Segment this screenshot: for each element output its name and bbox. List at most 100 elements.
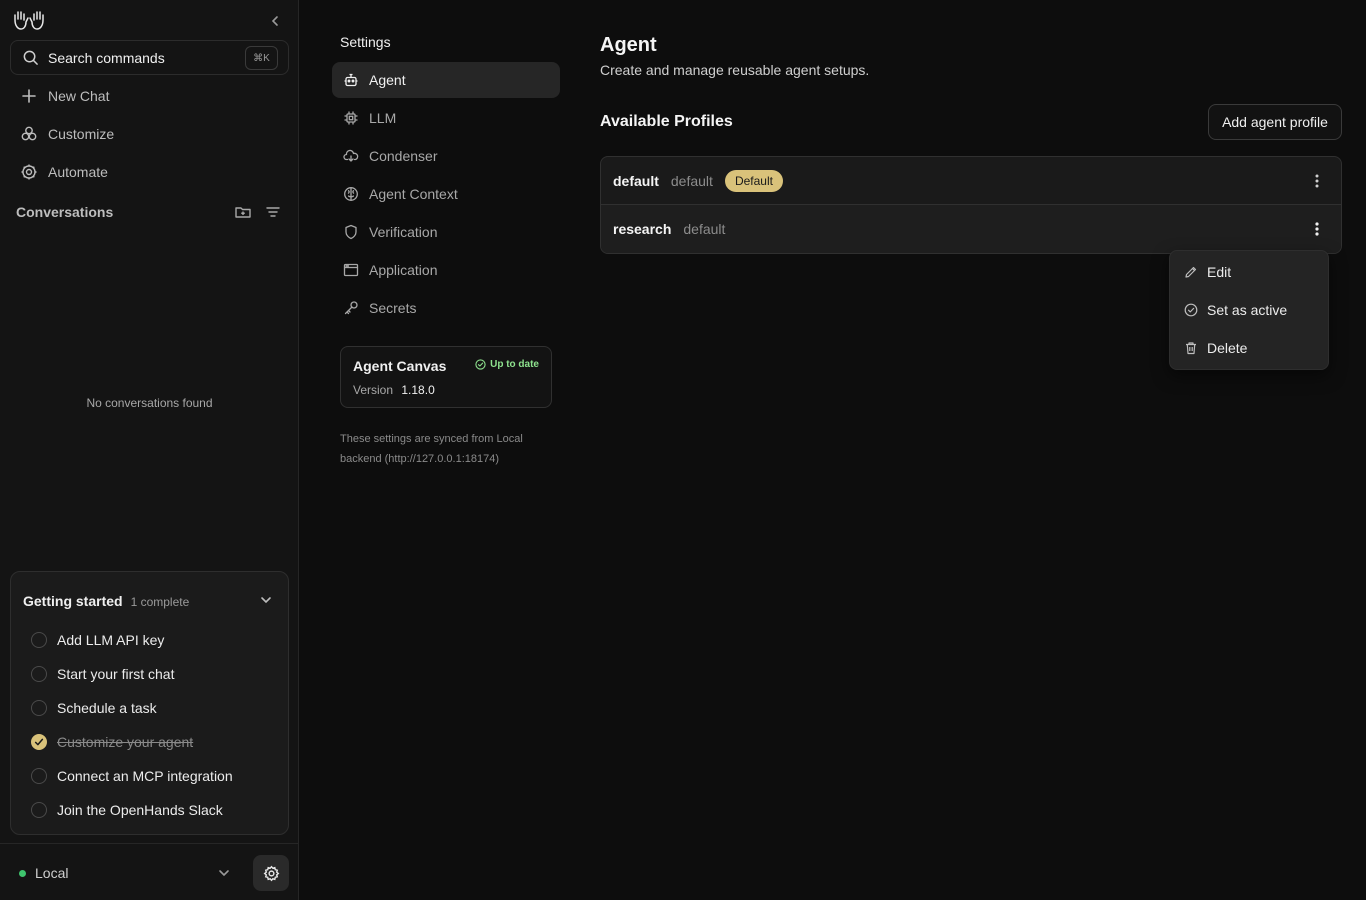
version-info: Version 1.18.0: [353, 383, 435, 397]
page-subtitle: Create and manage reusable agent setups.: [600, 62, 870, 78]
condenser-icon: [343, 148, 359, 164]
task-label: Add LLM API key: [57, 632, 165, 648]
task-incomplete-icon: [31, 632, 47, 648]
chip-icon: [343, 110, 359, 126]
task-join-slack[interactable]: Join the OpenHands Slack: [31, 799, 223, 821]
settings-nav-application[interactable]: Application: [332, 252, 560, 288]
search-commands-button[interactable]: Search commands ⌘K: [10, 40, 289, 75]
profiles-section-title: Available Profiles: [600, 113, 733, 130]
task-incomplete-icon: [31, 768, 47, 784]
settings-nav-label: Agent: [369, 72, 406, 88]
settings-nav-condenser[interactable]: Condenser: [332, 138, 560, 174]
task-incomplete-icon: [31, 666, 47, 682]
trash-icon: [1186, 342, 1196, 355]
task-label: Start your first chat: [57, 666, 175, 682]
menu-item-label: Edit: [1207, 264, 1232, 280]
page-title: Agent: [600, 34, 657, 56]
task-customize-agent[interactable]: Customize your agent: [31, 731, 193, 753]
sync-note: These settings are synced from Local bac…: [340, 433, 523, 465]
shortcut-hint: ⌘K: [245, 46, 278, 70]
more-options-icon[interactable]: [1307, 219, 1327, 239]
backend-status-dot: [19, 869, 26, 877]
profile-row[interactable]: research default: [601, 205, 1341, 253]
profile-llm: default: [683, 221, 726, 237]
task-incomplete-icon: [31, 700, 47, 716]
getting-started-progress: 1 complete: [130, 595, 190, 609]
settings-nav-agent-context[interactable]: Agent Context: [332, 176, 560, 212]
app-name: Agent Canvas: [353, 358, 447, 374]
chevron-down-icon[interactable]: [258, 592, 274, 608]
shield-icon: [343, 224, 359, 240]
task-add-llm-api-key[interactable]: Add LLM API key: [31, 629, 164, 651]
collapse-sidebar-chevron-icon[interactable]: [266, 12, 284, 30]
profile-context-menu: Edit Set as active Delete: [1169, 250, 1329, 370]
getting-started-panel: Getting started 1 complete Add LLM API k…: [10, 571, 289, 835]
task-label: Customize your agent: [57, 734, 194, 750]
menu-item-label: Delete: [1207, 340, 1248, 356]
settings-nav-secrets[interactable]: Secrets: [332, 290, 560, 326]
task-label: Join the OpenHands Slack: [57, 802, 223, 818]
customize-button[interactable]: Customize: [12, 119, 288, 149]
task-start-first-chat[interactable]: Start your first chat: [31, 663, 174, 685]
sidebar: Search commands ⌘K New Chat Customize Au…: [0, 0, 299, 900]
settings-title: Settings: [340, 34, 391, 50]
task-complete-check-icon: [31, 734, 47, 750]
version-label: Version: [353, 383, 394, 397]
menu-item-set-active[interactable]: Set as active: [1170, 294, 1328, 326]
empty-conversations-message: No conversations found: [86, 396, 213, 410]
sidebar-footer: Local: [0, 843, 299, 900]
menu-item-edit[interactable]: Edit: [1170, 256, 1328, 288]
automate-button[interactable]: Automate: [12, 157, 288, 187]
key-icon: [343, 300, 359, 316]
settings-button[interactable]: [253, 855, 289, 891]
pencil-icon: [1185, 266, 1197, 278]
conversations-title: Conversations: [16, 204, 114, 220]
version-number: 1.18.0: [401, 383, 435, 397]
new-chat-label: New Chat: [48, 88, 110, 104]
backend-selector[interactable]: Local: [14, 859, 236, 887]
gear-icon: [263, 865, 279, 881]
conversations-header: Conversations: [16, 202, 286, 222]
add-agent-profile-button[interactable]: Add agent profile: [1208, 104, 1342, 140]
filter-icon[interactable]: [264, 203, 282, 221]
task-label: Schedule a task: [57, 700, 157, 716]
settings-nav-label: Verification: [369, 224, 438, 240]
task-connect-mcp[interactable]: Connect an MCP integration: [31, 765, 233, 787]
chevron-down-icon: [216, 865, 232, 881]
getting-started-header: Getting started 1 complete: [23, 593, 189, 609]
automate-label: Automate: [48, 164, 108, 180]
task-schedule-task[interactable]: Schedule a task: [31, 697, 157, 719]
customize-icon: [20, 125, 38, 143]
task-label: Connect an MCP integration: [57, 768, 233, 784]
getting-started-title: Getting started: [23, 593, 123, 609]
settings-nav-label: LLM: [369, 110, 397, 126]
new-folder-icon[interactable]: [234, 203, 252, 221]
settings-nav-agent[interactable]: Agent: [332, 62, 560, 98]
profile-name: default: [613, 172, 659, 189]
settings-nav-label: Application: [369, 262, 438, 278]
profile-row[interactable]: default default Default: [601, 157, 1341, 205]
search-label: Search commands: [48, 49, 165, 66]
automate-gear-icon: [20, 163, 38, 181]
new-chat-button[interactable]: New Chat: [12, 81, 288, 111]
check-circle-icon: [475, 359, 486, 370]
backend-name: Local: [35, 865, 69, 881]
more-options-icon[interactable]: [1307, 171, 1327, 191]
settings-nav-verification[interactable]: Verification: [332, 214, 560, 250]
settings-nav-label: Condenser: [369, 148, 438, 164]
version-card: Agent Canvas Up to date Version 1.18.0: [340, 346, 552, 408]
brain-icon: [343, 186, 359, 202]
menu-item-delete[interactable]: Delete: [1170, 332, 1328, 364]
plus-icon: [20, 87, 38, 105]
settings-nav-llm[interactable]: LLM: [332, 100, 560, 136]
profile-name: research: [613, 221, 672, 237]
default-badge: Default: [724, 169, 783, 192]
window-icon: [343, 262, 359, 278]
openhands-logo-icon[interactable]: [12, 8, 46, 32]
check-circle-icon: [1184, 303, 1198, 317]
settings-nav-label: Agent Context: [369, 186, 458, 202]
update-status-label: Up to date: [490, 359, 539, 370]
profile-llm: default: [670, 172, 713, 189]
profiles-list: default default Default research default: [600, 156, 1342, 254]
robot-icon: [343, 72, 359, 88]
